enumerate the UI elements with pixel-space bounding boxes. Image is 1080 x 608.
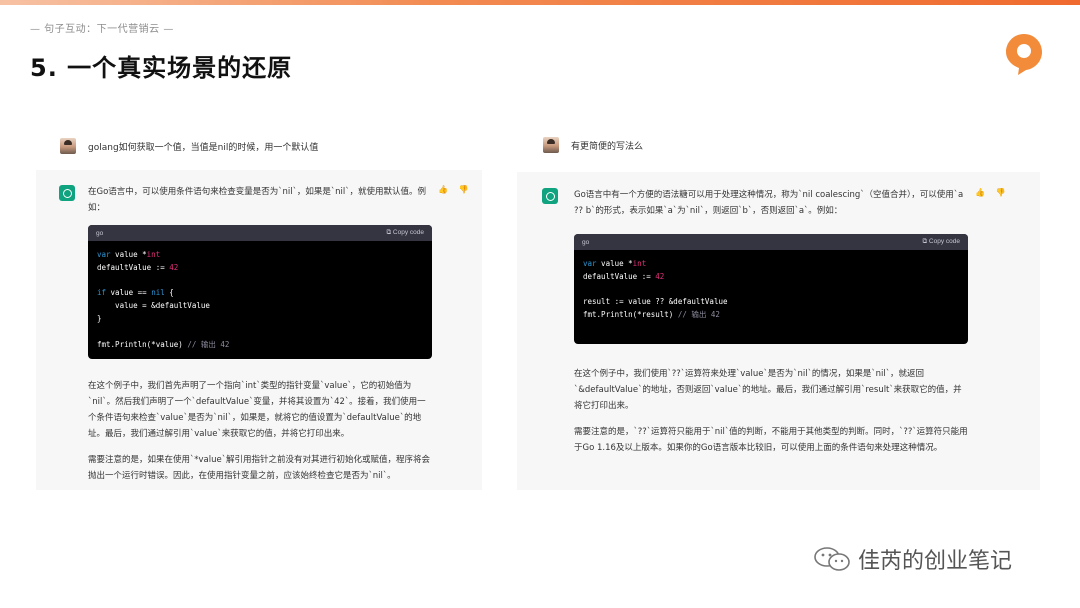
page-title: 5. 一个真实场景的还原 bbox=[30, 54, 293, 82]
answer-paragraph: 在这个例子中，我们使用`??`运算符来处理`value`是否为`nil`的情况，… bbox=[574, 369, 962, 411]
code-content: var value *int defaultValue := 42 if val… bbox=[97, 250, 230, 349]
answer-panel-left: 👍 👎 在Go语言中，可以使用条件语句来检查变量是否为`nil`，如果是`nil… bbox=[36, 170, 482, 490]
copy-code-button[interactable]: ⧉ Copy code bbox=[386, 229, 424, 237]
accent-top-bar bbox=[0, 0, 1080, 5]
question-text: golang如何获取一个值，当值是nil的时候，用一个默认值 bbox=[88, 142, 319, 153]
answer-paragraph: 在这个例子中，我们首先声明了一个指向`int`类型的指针变量`value`，它的… bbox=[88, 381, 426, 439]
thumbs-feedback-icon[interactable]: 👍 👎 bbox=[438, 185, 472, 194]
avatar bbox=[60, 138, 76, 154]
tagline: — 句子互动：下一代营销云 — bbox=[30, 24, 174, 35]
code-block: go ⧉ Copy code var value *int defaultVal… bbox=[574, 234, 968, 344]
wechat-icon bbox=[814, 547, 850, 571]
answer-paragraph: 需要注意的是，`??`运算符只能用于`nil`值的判断，不能用于其他类型的判断。… bbox=[574, 427, 968, 453]
code-header: go ⧉ Copy code bbox=[574, 234, 968, 250]
copy-code-button[interactable]: ⧉ Copy code bbox=[922, 238, 960, 246]
user-question-left: golang如何获取一个值，当值是nil的时候，用一个默认值 bbox=[60, 138, 318, 154]
thumbs-feedback-icon[interactable]: 👍 👎 bbox=[975, 188, 1009, 197]
watermark: 佳芮的创业笔记 bbox=[812, 543, 1012, 575]
question-text: 有更简便的写法么 bbox=[571, 141, 644, 152]
answer-intro: 在Go语言中，可以使用条件语句来检查变量是否为`nil`，如果是`nil`，就使… bbox=[88, 187, 427, 213]
code-language: go bbox=[582, 238, 590, 246]
answer-body: 在这个例子中，我们首先声明了一个指向`int`类型的指针变量`value`，它的… bbox=[88, 378, 434, 494]
code-language: go bbox=[96, 229, 104, 237]
code-block: go ⧉ Copy code var value *int defaultVal… bbox=[88, 225, 432, 359]
answer-paragraph: 需要注意的是，如果在使用`*value`解引用指针之前没有对其进行初始化或赋值，… bbox=[88, 455, 430, 481]
avatar bbox=[543, 137, 559, 153]
user-question-right: 有更简便的写法么 bbox=[543, 137, 643, 153]
code-content: var value *int defaultValue := 42 result… bbox=[583, 259, 728, 320]
answer-panel-right: 👍 👎 Go语言中有一个方便的语法糖可以用于处理这种情况，称为`nil coal… bbox=[517, 172, 1040, 490]
chatgpt-icon bbox=[542, 188, 558, 204]
answer-intro: Go语言中有一个方便的语法糖可以用于处理这种情况，称为`nil coalesci… bbox=[574, 190, 964, 216]
code-header: go ⧉ Copy code bbox=[88, 225, 432, 241]
chatgpt-icon bbox=[59, 185, 75, 201]
brand-logo-icon bbox=[1006, 34, 1042, 75]
watermark-text: 佳芮的创业笔记 bbox=[858, 549, 1013, 574]
answer-body: 在这个例子中，我们使用`??`运算符来处理`value`是否为`nil`的情况，… bbox=[574, 366, 970, 466]
